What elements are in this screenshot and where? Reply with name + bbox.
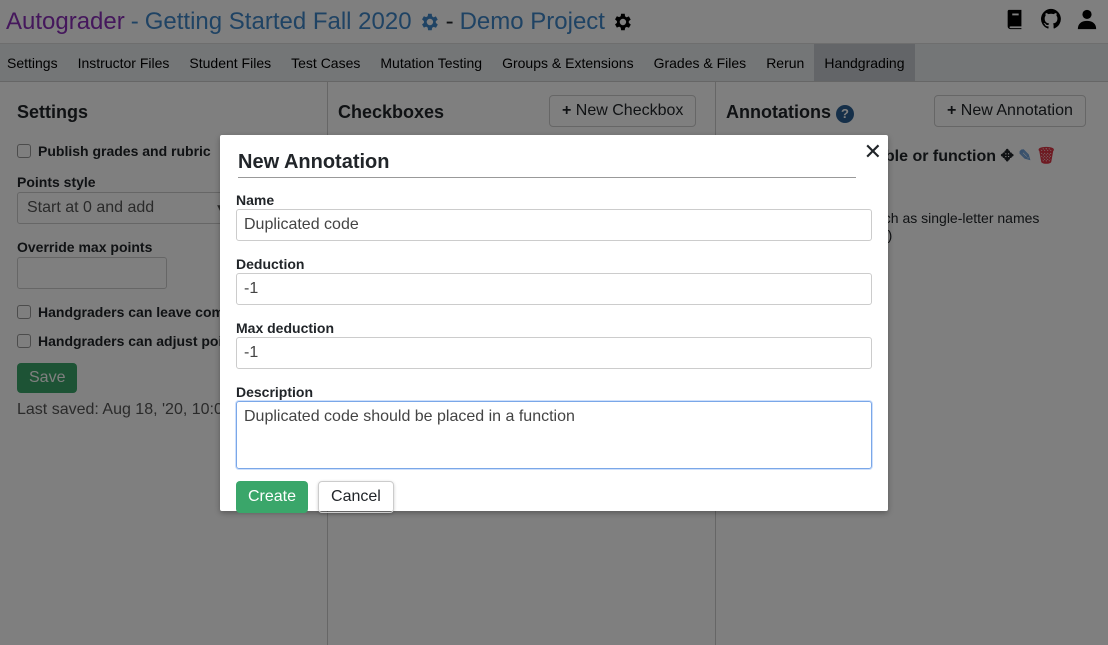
max-deduction-label: Max deduction bbox=[236, 320, 335, 336]
name-input[interactable]: Duplicated code bbox=[236, 209, 872, 241]
max-deduction-input[interactable]: -1 bbox=[236, 337, 872, 369]
modal-title: New Annotation bbox=[238, 151, 856, 178]
description-textarea[interactable]: Duplicated code should be placed in a fu… bbox=[236, 401, 872, 469]
close-icon[interactable]: ✕ bbox=[864, 139, 882, 165]
new-annotation-modal: ✕ New Annotation Name Duplicated code De… bbox=[220, 135, 888, 513]
name-label: Name bbox=[236, 192, 275, 208]
description-label: Description bbox=[236, 384, 314, 400]
create-button[interactable]: Create bbox=[236, 481, 309, 513]
cancel-button[interactable]: Cancel bbox=[318, 481, 394, 513]
deduction-input[interactable]: -1 bbox=[236, 273, 872, 305]
deduction-label: Deduction bbox=[236, 256, 305, 272]
